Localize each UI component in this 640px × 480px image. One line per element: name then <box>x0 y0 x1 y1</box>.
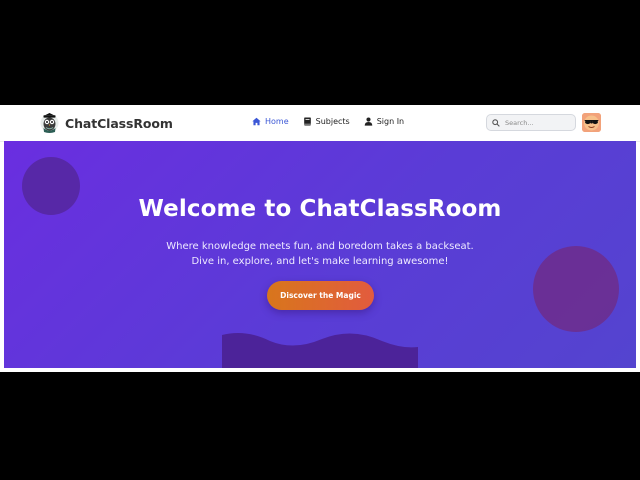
nav-item-label: Subjects <box>315 117 350 126</box>
decorative-wave <box>222 333 418 368</box>
nav-links: Home Subjects Sign In <box>252 117 404 126</box>
sunglasses-avatar-icon <box>582 113 601 132</box>
discover-magic-button[interactable]: Discover the Magic <box>267 281 374 310</box>
nav-item-label: Home <box>265 117 289 126</box>
brand-name: ChatClassRoom <box>65 115 173 131</box>
nav-item-subjects[interactable]: Subjects <box>303 117 350 126</box>
hero-banner: Welcome to ChatClassRoom Where knowledge… <box>4 141 636 368</box>
user-icon <box>364 117 372 126</box>
hero-subtitle: Where knowledge meets fun, and boredom t… <box>4 239 636 269</box>
search-icon <box>492 118 500 127</box>
hero-subtitle-line2: Dive in, explore, and let's make learnin… <box>191 256 449 267</box>
owl-mascot-icon <box>40 113 59 133</box>
brand[interactable]: ChatClassRoom <box>40 112 173 134</box>
search-box[interactable] <box>486 114 576 131</box>
avatar[interactable] <box>582 113 601 132</box>
hero-subtitle-line1: Where knowledge meets fun, and boredom t… <box>166 241 474 252</box>
navbar: ChatClassRoom Home Subjects Sign In Sear… <box>0 105 640 142</box>
home-icon <box>252 117 261 126</box>
browser-viewport: ChatClassRoom Home Subjects Sign In Sear… <box>0 105 640 372</box>
nav-item-label: Sign In <box>376 117 405 126</box>
search-input[interactable] <box>505 118 575 127</box>
nav-item-sign-in[interactable]: Sign In <box>364 117 404 126</box>
book-icon <box>303 117 311 126</box>
nav-item-home[interactable]: Home <box>252 117 289 126</box>
hero-title: Welcome to ChatClassRoom <box>138 196 502 222</box>
